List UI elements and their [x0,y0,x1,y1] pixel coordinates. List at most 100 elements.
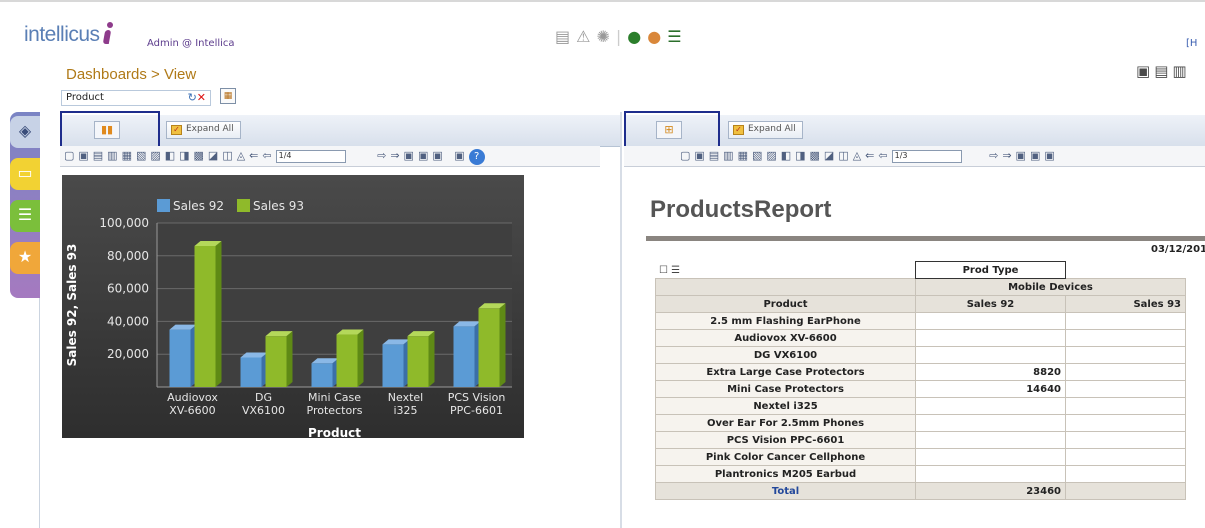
table-row: Over Ear For 2.5mm Phones [655,414,1186,432]
y-tick-label: 40,000 [107,314,149,328]
left-page-input[interactable]: 1/4 [275,150,346,163]
y-tick-label: 60,000 [107,282,149,296]
grid-view-button[interactable]: ⊞ [656,121,682,139]
x-tick-label: VX6100 [242,404,285,417]
x-tick-label: Audiovox [167,391,218,404]
toolbar-nav-icons[interactable]: ⇨⇒▣▣▣ ▣ [377,149,469,162]
header-toolbar: ▤⚠✺|●●☰ [555,27,688,46]
row-product: Audiovox XV-6600 [655,329,916,347]
bar-sales-92 [240,357,262,387]
bar-sales-93 [265,336,287,387]
left-expand-all-button[interactable]: ✓ Expand All [166,121,241,139]
table-row: DG VX6100 [655,346,1186,364]
row-product: Over Ear For 2.5mm Phones [655,414,916,432]
x-tick-label: PPC-6601 [450,404,503,417]
group-header[interactable]: Prod Type [915,261,1066,279]
table-row: Audiovox XV-6600 [655,329,1186,347]
row-product: PCS Vision PPC-6601 [655,431,916,449]
table-row: 2.5 mm Flashing EarPhone [655,312,1186,330]
row-sales92 [915,312,1066,330]
bar-sales-93 [407,336,429,387]
group-value: Mobile Devices [915,278,1186,296]
toolbar-nav-icons[interactable]: ⇨⇒▣▣▣ [989,149,1059,162]
chart-toggle-icon[interactable]: ▦ [220,88,236,104]
table-row: Extra Large Case Protectors 8820 [655,363,1186,381]
legend-label: Sales 93 [253,199,304,213]
right-expand-all-button[interactable]: ✓ Expand All [728,121,803,139]
globe-icon[interactable]: ● [627,27,647,46]
y-tick-label: 20,000 [107,347,149,361]
report-body: 2.5 mm Flashing EarPhone Audiovox XV-6600… [655,312,1186,483]
row-sales93 [1065,312,1186,330]
x-tick-label: DG [255,391,272,404]
bar-sales-93 [336,334,358,387]
bar-sales-92 [311,363,333,387]
loading-icon: ✺ [596,27,616,46]
bar-side [215,240,222,387]
bar-chart-icon: ▮▮ [100,123,114,136]
report-rule [646,236,1205,241]
row-sales93 [1065,414,1186,432]
rail-tab-favorites[interactable]: ★ [10,242,40,274]
y-axis-title: Sales 92, Sales 93 [65,244,79,367]
row-sales92 [915,414,1066,432]
row-sales93 [1065,465,1186,483]
brand-logo: intellicus [24,22,114,47]
database-icon: ☰ [17,205,33,224]
remove-icon[interactable]: ✕ [197,91,206,104]
bar-side [357,329,364,387]
alert-icon[interactable]: ⚠ [576,27,596,46]
user-label: Admin @ Intellica [147,38,235,49]
table-row: PCS Vision PPC-6601 [655,431,1186,449]
x-tick-label: Protectors [307,404,363,417]
save-icon[interactable]: ▤ [1154,62,1172,80]
x-tick-label: PCS Vision [448,391,506,404]
legend-label: Sales 92 [173,199,224,213]
rail-tab-folders[interactable]: ▭ [10,158,40,190]
row-product: Plantronics M205 Earbud [655,465,916,483]
grid-icon: ⊞ [664,123,674,136]
world-icon[interactable]: ● [647,27,667,46]
chart-view-button[interactable]: ▮▮ [94,121,120,139]
right-page-input[interactable]: 1/3 [891,150,962,163]
left-toolbar: ▢▣▤▥▦▧▨◧◨▩◪◫◬⇐⇦ 1/4 ⇨⇒▣▣▣ ▣? [60,146,600,167]
table-row: Plantronics M205 Earbud [655,465,1186,483]
row-sales93 [1065,329,1186,347]
tag-icon: ◈ [18,121,32,140]
chart-container: 100,000 80,000 60,000 40,000 20,000 Audiovox X… [62,175,524,440]
row-product: Nextel i325 [655,397,916,415]
database-icon[interactable]: ☰ [667,27,687,46]
product-selector[interactable]: Product ↻✕ [61,90,211,106]
header-link[interactable]: [H [1186,38,1197,49]
dashboard-tools: ▣▤▥ [1136,62,1191,80]
y-tick-label: 100,000 [99,216,149,230]
toolbar-icons[interactable]: ▢▣▤▥▦▧▨◧◨▩◪◫◬⇐⇦ [64,149,276,162]
bar-sales-92 [169,329,191,387]
row-sales92 [915,465,1066,483]
expand-icon: ✓ [171,125,182,135]
toolbar-icons[interactable]: ▢▣▤▥▦▧▨◧◨▩◪◫◬⇐⇦ [680,149,892,162]
x-tick-label: Mini Case [308,391,361,404]
x-tick-label: i325 [393,404,417,417]
sales-chart: 100,000 80,000 60,000 40,000 20,000 AudiovoxX… [65,199,512,440]
print-icon[interactable]: ▤ [555,27,576,46]
report-title: ProductsReport [650,196,832,223]
folder-icon: ▭ [17,163,33,182]
rail-tab-data[interactable]: ☰ [10,200,40,232]
help-icon[interactable]: ? [468,149,485,165]
top-border [0,0,1205,12]
save-as-icon[interactable]: ▥ [1172,62,1190,80]
row-product: Pink Color Cancer Cellphone [655,448,916,466]
breadcrumb[interactable]: Dashboards > View [66,66,196,83]
row-sales92: 8820 [915,363,1066,381]
bar-sales-92 [382,344,404,387]
row-sales93 [1065,363,1186,381]
row-sales92 [915,329,1066,347]
y-tick-label: 80,000 [107,249,149,263]
add-widget-icon[interactable]: ▣ [1136,62,1154,80]
row-sales93 [1065,346,1186,364]
bar-side [499,303,506,387]
refresh-icon[interactable]: ↻ [188,91,197,104]
row-product: DG VX6100 [655,346,916,364]
rail-tab-dashboards[interactable]: ◈ [10,116,40,148]
